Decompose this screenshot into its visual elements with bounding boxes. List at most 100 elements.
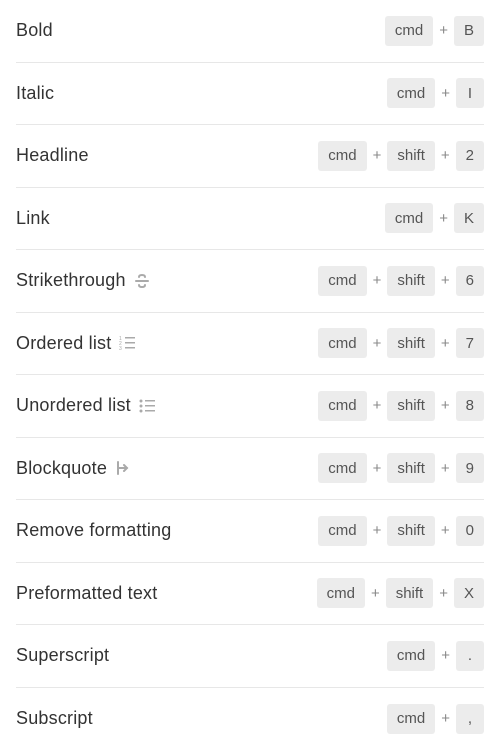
shortcut-label: Ordered list xyxy=(16,333,111,354)
key-cmd: cmd xyxy=(385,203,433,233)
key-separator: + xyxy=(441,710,450,727)
shortcut-row: Ordered list 123 cmd + shift +7 xyxy=(16,313,484,376)
key-cmd: cmd xyxy=(318,141,366,171)
key-cmd: cmd xyxy=(318,391,366,421)
shortcut-row: Preformatted text cmd + shift + X xyxy=(16,563,484,626)
svg-text:3: 3 xyxy=(119,346,122,351)
shortcut-row: Remove formatting cmd + shift +0 xyxy=(16,500,484,563)
shortcut-label: Italic xyxy=(16,83,54,104)
key-separator: + xyxy=(373,272,382,289)
shortcut-label: Preformatted text xyxy=(16,583,157,604)
shortcut-row: Strikethrough cmd + shift +6 xyxy=(16,250,484,313)
key-shift: shift xyxy=(387,266,435,296)
shortcut-label-wrap: Link xyxy=(16,208,50,229)
key-8: 8 xyxy=(456,391,484,421)
key-separator: + xyxy=(441,522,450,539)
shortcut-label-wrap: Headline xyxy=(16,145,89,166)
shortcut-keys: cmd + shift +8 xyxy=(318,391,484,421)
shortcut-label-wrap: Preformatted text xyxy=(16,583,157,604)
key-k: K xyxy=(454,203,484,233)
shortcut-keys: cmd + shift +9 xyxy=(318,453,484,483)
shortcut-row: Subscript cmd +, xyxy=(16,688,484,750)
shortcut-row: Unordered list cmd + shift +8 xyxy=(16,375,484,438)
shortcut-keys: cmd + shift +2 xyxy=(318,141,484,171)
shortcut-keys: cmd +, xyxy=(387,704,484,734)
key-separator: + xyxy=(441,335,450,352)
key-,: , xyxy=(456,704,484,734)
key-6: 6 xyxy=(456,266,484,296)
shortcut-label-wrap: Strikethrough xyxy=(16,270,150,291)
key-cmd: cmd xyxy=(385,16,433,46)
shortcut-row: Blockquote cmd + shift +9 xyxy=(16,438,484,501)
shortcut-keys: cmd + shift +0 xyxy=(318,516,484,546)
shortcut-row: Italic cmd + I xyxy=(16,63,484,126)
key-separator: + xyxy=(373,522,382,539)
key-cmd: cmd xyxy=(317,578,365,608)
key-separator: + xyxy=(441,460,450,477)
key-b: B xyxy=(454,16,484,46)
shortcut-row: Link cmd + K xyxy=(16,188,484,251)
key-cmd: cmd xyxy=(387,704,435,734)
key-i: I xyxy=(456,78,484,108)
key-separator: + xyxy=(373,460,382,477)
shortcut-label: Remove formatting xyxy=(16,520,171,541)
shortcut-keys: cmd + B xyxy=(385,16,484,46)
key-separator: + xyxy=(441,85,450,102)
shortcut-label-wrap: Bold xyxy=(16,20,53,41)
shortcut-row: Headline cmd + shift +2 xyxy=(16,125,484,188)
key-9: 9 xyxy=(456,453,484,483)
shortcut-label-wrap: Unordered list xyxy=(16,395,155,416)
shortcut-keys: cmd + shift + X xyxy=(317,578,484,608)
key-separator: + xyxy=(441,647,450,664)
key-cmd: cmd xyxy=(318,516,366,546)
key-shift: shift xyxy=(387,516,435,546)
key-0: 0 xyxy=(456,516,484,546)
key-separator: + xyxy=(439,585,448,602)
key-separator: + xyxy=(441,272,450,289)
key-shift: shift xyxy=(387,141,435,171)
strikethrough-icon xyxy=(134,273,150,289)
shortcut-label: Link xyxy=(16,208,50,229)
shortcut-label: Superscript xyxy=(16,645,109,666)
key-x: X xyxy=(454,578,484,608)
key-cmd: cmd xyxy=(387,78,435,108)
shortcut-label-wrap: Superscript xyxy=(16,645,109,666)
key-cmd: cmd xyxy=(318,453,366,483)
key-separator: + xyxy=(373,397,382,414)
key-2: 2 xyxy=(456,141,484,171)
key-separator: + xyxy=(439,210,448,227)
shortcut-keys: cmd + I xyxy=(387,78,484,108)
shortcut-label: Bold xyxy=(16,20,53,41)
shortcut-keys: cmd + K xyxy=(385,203,484,233)
shortcut-label: Strikethrough xyxy=(16,270,126,291)
ordered-list-icon: 123 xyxy=(119,335,135,351)
key-separator: + xyxy=(439,22,448,39)
key-7: 7 xyxy=(456,328,484,358)
shortcut-row: Bold cmd + B xyxy=(16,0,484,63)
shortcut-label-wrap: Italic xyxy=(16,83,54,104)
key-cmd: cmd xyxy=(318,328,366,358)
key-separator: + xyxy=(441,147,450,164)
key-.: . xyxy=(456,641,484,671)
shortcut-keys: cmd + shift +7 xyxy=(318,328,484,358)
key-separator: + xyxy=(371,585,380,602)
key-shift: shift xyxy=(386,578,434,608)
shortcut-label: Headline xyxy=(16,145,89,166)
key-separator: + xyxy=(441,397,450,414)
key-cmd: cmd xyxy=(318,266,366,296)
blockquote-icon xyxy=(115,460,131,476)
shortcut-keys: cmd +. xyxy=(387,641,484,671)
shortcut-list: Bold cmd + B Italic cmd + I Headline cmd + shift +2 L… xyxy=(0,0,500,750)
shortcut-label-wrap: Subscript xyxy=(16,708,93,729)
key-shift: shift xyxy=(387,328,435,358)
key-cmd: cmd xyxy=(387,641,435,671)
shortcut-label-wrap: Ordered list 123 xyxy=(16,333,135,354)
key-separator: + xyxy=(373,147,382,164)
key-shift: shift xyxy=(387,391,435,421)
key-separator: + xyxy=(373,335,382,352)
shortcut-label: Unordered list xyxy=(16,395,131,416)
shortcut-label-wrap: Blockquote xyxy=(16,458,131,479)
key-shift: shift xyxy=(387,453,435,483)
unordered-list-icon xyxy=(139,398,155,414)
shortcut-label: Subscript xyxy=(16,708,93,729)
